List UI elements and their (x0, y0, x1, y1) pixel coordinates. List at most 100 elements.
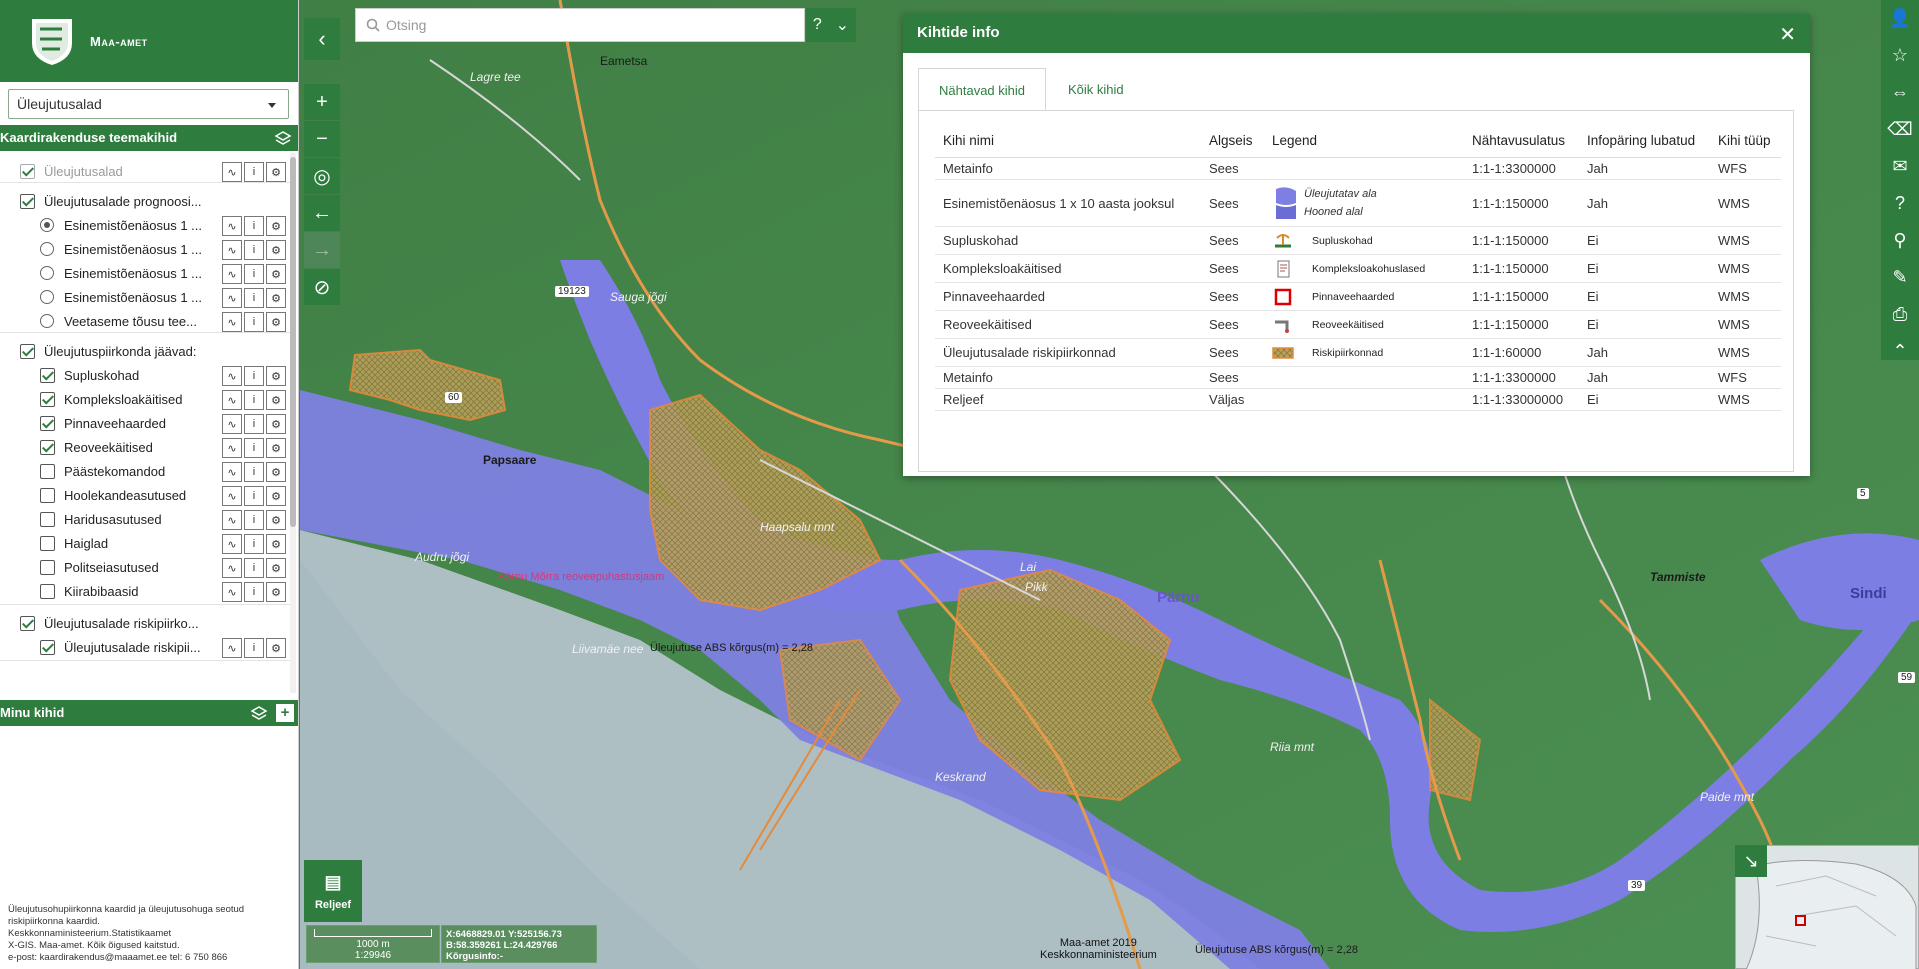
layers-icon[interactable] (274, 129, 292, 147)
layer-row[interactable]: Haridusasutused ∿ i ⚙ (0, 508, 290, 532)
layer-radio[interactable] (40, 242, 54, 256)
layer-row[interactable]: Kiirabibaasid ∿ i ⚙ (0, 580, 290, 604)
user-icon[interactable]: 👤 (1881, 0, 1919, 37)
layer-row[interactable]: Üleujutusalade prognoosi...∿i⚙ (0, 190, 290, 214)
layer-row[interactable]: Üleujutusalade riskipii... ∿ i ⚙ (0, 636, 290, 660)
info-icon[interactable]: i (244, 288, 264, 308)
opacity-icon[interactable]: ∿ (222, 414, 242, 434)
expand-search-icon[interactable]: ⌄ (836, 15, 849, 35)
theme-select[interactable]: Üleujutusalad (8, 89, 289, 119)
gear-icon[interactable]: ⚙ (266, 462, 286, 482)
info-icon[interactable]: i (244, 438, 264, 458)
layer-radio[interactable] (40, 218, 54, 232)
layer-row[interactable]: Üleujutusalade riskipiirko...∿i⚙ (0, 612, 290, 636)
opacity-icon[interactable]: ∿ (222, 216, 242, 236)
opacity-icon[interactable]: ∿ (222, 312, 242, 332)
tab-all-layers[interactable]: Kõik kihid (1048, 68, 1144, 111)
layer-checkbox[interactable] (40, 560, 55, 575)
opacity-icon[interactable]: ∿ (222, 264, 242, 284)
add-layer-button[interactable]: + (276, 704, 294, 722)
gear-icon[interactable]: ⚙ (266, 438, 286, 458)
zoom-out-button[interactable]: − (304, 121, 340, 157)
opacity-icon[interactable]: ∿ (222, 462, 242, 482)
info-icon[interactable]: i (244, 510, 264, 530)
opacity-icon[interactable]: ∿ (222, 582, 242, 602)
layer-checkbox[interactable] (40, 464, 55, 479)
layer-checkbox[interactable] (40, 512, 55, 527)
collapse-overview-button[interactable]: ↘ (1735, 845, 1767, 877)
info-icon[interactable]: i (244, 582, 264, 602)
layer-row[interactable]: Esinemistõenäosus 1 ... ∿ i ⚙ (0, 286, 290, 310)
info-icon[interactable]: i (244, 558, 264, 578)
info-icon[interactable]: i (244, 390, 264, 410)
layer-row[interactable]: Üleujutusalad ∿ i ⚙ (0, 160, 290, 184)
layer-row[interactable]: Veetaseme tõusu tee... ∿ i ⚙ (0, 310, 290, 334)
relief-button[interactable]: ▤ Reljeef (304, 860, 362, 922)
gear-icon[interactable]: ⚙ (266, 638, 286, 658)
gear-icon[interactable]: ⚙ (266, 216, 286, 236)
layer-checkbox[interactable] (40, 640, 55, 655)
layer-row[interactable]: Pinnaveehaarded ∿ i ⚙ (0, 412, 290, 436)
layer-checkbox[interactable] (40, 392, 55, 407)
layer-row[interactable]: Rahvastiku tihedus (0, 690, 290, 693)
layer-checkbox[interactable] (40, 440, 55, 455)
layer-row[interactable]: Haiglad ∿ i ⚙ (0, 532, 290, 556)
swap-icon[interactable]: ⇔ (1881, 74, 1919, 111)
gear-icon[interactable]: ⚙ (266, 162, 286, 182)
comment-icon[interactable]: ✉ (1881, 148, 1919, 185)
info-icon[interactable]: i (244, 240, 264, 260)
layer-row[interactable]: Reoveekäitised ∿ i ⚙ (0, 436, 290, 460)
layer-list-scrollbar[interactable] (290, 153, 296, 693)
collapse-panel-button[interactable]: ‹ (304, 18, 340, 60)
layer-row[interactable]: Esinemistõenäosus 1 ... ∿ i ⚙ (0, 214, 290, 238)
layers-icon[interactable] (250, 704, 268, 722)
layer-checkbox[interactable] (40, 416, 55, 431)
close-icon[interactable]: ✕ (1779, 22, 1796, 47)
opacity-icon[interactable]: ∿ (222, 558, 242, 578)
layer-checkbox[interactable] (40, 368, 55, 383)
layer-row[interactable]: Hoolekandeasutused ∿ i ⚙ (0, 484, 290, 508)
layer-radio[interactable] (40, 314, 54, 328)
info-icon[interactable]: i (244, 312, 264, 332)
info-icon[interactable]: i (244, 366, 264, 386)
opacity-icon[interactable]: ∿ (222, 510, 242, 530)
print-icon[interactable]: ⎙ (1881, 296, 1919, 333)
help-icon[interactable]: ? (1881, 185, 1919, 222)
gear-icon[interactable]: ⚙ (266, 312, 286, 332)
locate-button[interactable]: ◎ (304, 158, 340, 194)
opacity-icon[interactable]: ∿ (222, 288, 242, 308)
layer-row[interactable]: Politseiasutused ∿ i ⚙ (0, 556, 290, 580)
opacity-icon[interactable]: ∿ (222, 438, 242, 458)
gear-icon[interactable]: ⚙ (266, 288, 286, 308)
layer-row[interactable]: Supluskohad ∿ i ⚙ (0, 364, 290, 388)
info-icon[interactable]: i (244, 162, 264, 182)
layer-row[interactable]: Üleujutuspiirkonda jäävad: (0, 340, 290, 364)
ruler-icon[interactable]: ✎ (1881, 259, 1919, 296)
info-icon[interactable]: i (244, 462, 264, 482)
layer-checkbox[interactable] (40, 488, 55, 503)
layer-checkbox[interactable] (20, 344, 35, 359)
opacity-icon[interactable]: ∿ (222, 390, 242, 410)
scrollbar-thumb[interactable] (290, 157, 296, 527)
layer-checkbox[interactable] (20, 164, 35, 179)
gear-icon[interactable]: ⚙ (266, 264, 286, 284)
info-icon[interactable]: i (244, 638, 264, 658)
layer-row[interactable]: Päästekomandod ∿ i ⚙ (0, 460, 290, 484)
gear-icon[interactable]: ⚙ (266, 534, 286, 554)
star-icon[interactable]: ☆ (1881, 37, 1919, 74)
gear-icon[interactable]: ⚙ (266, 486, 286, 506)
layer-radio[interactable] (40, 266, 54, 280)
gear-icon[interactable]: ⚙ (266, 240, 286, 260)
layer-checkbox[interactable] (40, 536, 55, 551)
layer-checkbox[interactable] (20, 194, 35, 209)
gear-icon[interactable]: ⚙ (266, 582, 286, 602)
opacity-icon[interactable]: ∿ (222, 638, 242, 658)
opacity-icon[interactable]: ∿ (222, 366, 242, 386)
opacity-icon[interactable]: ∿ (222, 162, 242, 182)
layer-radio[interactable] (40, 290, 54, 304)
gear-icon[interactable]: ⚙ (266, 414, 286, 434)
info-icon[interactable]: i (244, 534, 264, 554)
info-icon[interactable]: i (244, 216, 264, 236)
gear-icon[interactable]: ⚙ (266, 558, 286, 578)
layer-row[interactable]: Esinemistõenäosus 1 ... ∿ i ⚙ (0, 262, 290, 286)
